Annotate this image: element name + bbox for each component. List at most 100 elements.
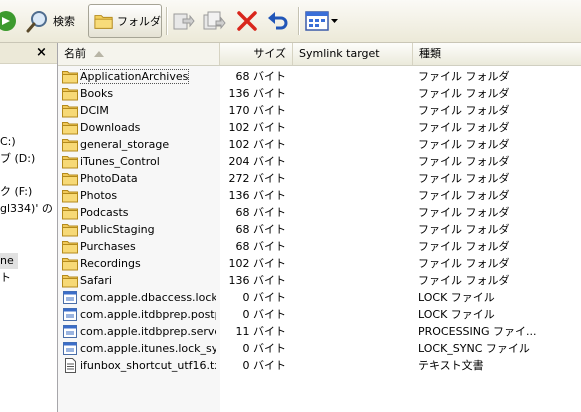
file-row[interactable]: com.apple.dbaccess.lock 0 バイト LOCK ファイル <box>58 289 581 306</box>
file-size: 272 バイト <box>228 172 287 185</box>
file-type: LOCK ファイル <box>418 291 495 304</box>
file-name: PublicStaging <box>80 223 155 236</box>
column-header-size[interactable]: サイズ <box>220 43 293 65</box>
back-button[interactable] <box>0 4 16 38</box>
column-header-type[interactable]: 種類 <box>413 43 581 65</box>
file-name: Recordings <box>80 257 141 270</box>
file-row[interactable]: com.apple.itunes.lock_sync 0 バイト LOCK_SYNC… <box>58 340 581 357</box>
folder-row[interactable]: Purchases 68 バイト ファイル フォルダ <box>58 238 581 255</box>
folder-row[interactable]: DCIM 170 バイト ファイル フォルダ <box>58 102 581 119</box>
file-size: 68 バイト <box>235 240 287 253</box>
folder-icon <box>62 86 78 101</box>
folder-row[interactable]: Photos 136 バイト ファイル フォルダ <box>58 187 581 204</box>
file-size: 204 バイト <box>228 155 287 168</box>
folder-row[interactable]: PublicStaging 68 バイト ファイル フォルダ <box>58 221 581 238</box>
folder-icon <box>62 137 78 152</box>
folder-row[interactable]: Podcasts 68 バイト ファイル フォルダ <box>58 204 581 221</box>
file-type: PROCESSING ファイ... <box>418 325 537 338</box>
file-type: ファイル フォルダ <box>418 274 510 287</box>
file-name: Purchases <box>80 240 136 253</box>
undo-button[interactable] <box>266 4 292 38</box>
file-type: LOCK_SYNC ファイル <box>418 342 530 355</box>
folder-row[interactable]: Safari 136 バイト ファイル フォルダ <box>58 272 581 289</box>
search-icon <box>26 11 47 33</box>
sort-ascending-icon <box>94 51 104 57</box>
file-type: ファイル フォルダ <box>418 155 510 168</box>
file-name: Podcasts <box>80 206 129 219</box>
green-arrow-icon <box>0 11 16 31</box>
file-size: 68 バイト <box>235 70 287 83</box>
file-size: 0 バイト <box>242 291 287 304</box>
copy-to-button[interactable] <box>202 4 228 38</box>
views-icon <box>305 11 329 31</box>
folder-tree-pane: × C:) ブ (D:) ク (F:) gl334)' の S ne ト <box>0 43 58 412</box>
file-name: Books <box>80 87 114 100</box>
folder-icon <box>62 205 78 220</box>
folder-icon <box>62 188 78 203</box>
file-size: 136 バイト <box>228 87 287 100</box>
file-size: 102 バイト <box>228 138 287 151</box>
file-type: ファイル フォルダ <box>418 70 510 83</box>
folder-icon <box>62 171 78 186</box>
folder-row[interactable]: iTunes_Control 204 バイト ファイル フォルダ <box>58 153 581 170</box>
tree-item[interactable]: ト <box>0 270 11 286</box>
folder-icon <box>94 15 113 29</box>
file-name: general_storage <box>80 138 170 151</box>
file-rows: ApplicationArchives 68 バイト ファイル フォルダ Books 1… <box>58 68 581 374</box>
file-size: 0 バイト <box>242 342 287 355</box>
column-headers: 名前 サイズ Symlink target 種類 <box>58 43 581 66</box>
folder-row[interactable]: Books 136 バイト ファイル フォルダ <box>58 85 581 102</box>
views-button[interactable] <box>305 4 339 38</box>
file-name: DCIM <box>80 104 109 117</box>
file-row[interactable]: com.apple.itdbprep.server.... 11 バイト PROCE… <box>58 323 581 340</box>
close-icon[interactable]: × <box>36 45 47 60</box>
folder-row[interactable]: Recordings 102 バイト ファイル フォルダ <box>58 255 581 272</box>
toolbar-separator <box>298 7 300 35</box>
folder-icon <box>62 273 78 288</box>
folder-icon <box>62 239 78 254</box>
folders-button[interactable]: フォルダ <box>88 4 162 38</box>
delete-x-icon <box>237 11 257 31</box>
file-type: ファイル フォルダ <box>418 104 510 117</box>
file-row[interactable]: ifunbox_shortcut_utf16.txt 0 バイト テキスト文書 <box>58 357 581 374</box>
delete-button[interactable] <box>236 4 260 38</box>
text-file-icon <box>62 358 78 373</box>
file-type: ファイル フォルダ <box>418 172 510 185</box>
generic-file-icon <box>62 290 78 305</box>
column-header-symlink[interactable]: Symlink target <box>293 43 413 65</box>
file-size: 11 バイト <box>235 325 287 338</box>
folders-label: フォルダ <box>117 15 161 28</box>
file-type: ファイル フォルダ <box>418 257 510 270</box>
file-size: 0 バイト <box>242 359 287 372</box>
file-name: Safari <box>80 274 112 287</box>
copy-to-icon <box>203 11 226 30</box>
folder-row[interactable]: ApplicationArchives 68 バイト ファイル フォルダ <box>58 68 581 85</box>
folder-icon <box>62 256 78 271</box>
generic-file-icon <box>62 307 78 322</box>
folder-row[interactable]: general_storage 102 バイト ファイル フォルダ <box>58 136 581 153</box>
tree-item-drive-f[interactable]: ク (F:) <box>0 184 32 200</box>
search-button[interactable]: 検索 <box>26 4 84 38</box>
tree-item-drive-d[interactable]: ブ (D:) <box>0 151 35 167</box>
tree-item-device[interactable]: gl334)' の S <box>0 201 57 217</box>
tree-item-drive-c[interactable]: C:) <box>0 134 16 150</box>
file-type: LOCK ファイル <box>418 308 495 321</box>
folder-icon <box>62 154 78 169</box>
file-type: テキスト文書 <box>418 359 484 372</box>
move-to-button[interactable] <box>171 4 197 38</box>
folder-row[interactable]: PhotoData 272 バイト ファイル フォルダ <box>58 170 581 187</box>
file-name: PhotoData <box>80 172 138 185</box>
file-name: com.apple.itdbprep.postpr... <box>80 308 216 321</box>
file-name: ifunbox_shortcut_utf16.txt <box>80 359 216 372</box>
file-type: ファイル フォルダ <box>418 138 510 151</box>
file-size: 136 バイト <box>228 274 287 287</box>
file-type: ファイル フォルダ <box>418 206 510 219</box>
column-header-name[interactable]: 名前 <box>58 43 220 65</box>
file-type: ファイル フォルダ <box>418 87 510 100</box>
file-size: 102 バイト <box>228 257 287 270</box>
folder-pane-header: × <box>0 43 57 64</box>
file-row[interactable]: com.apple.itdbprep.postpr... 0 バイト LOCK ファ… <box>58 306 581 323</box>
folder-row[interactable]: Downloads 102 バイト ファイル フォルダ <box>58 119 581 136</box>
tree-item-selected[interactable]: ne <box>0 253 18 269</box>
file-size: 170 バイト <box>228 104 287 117</box>
